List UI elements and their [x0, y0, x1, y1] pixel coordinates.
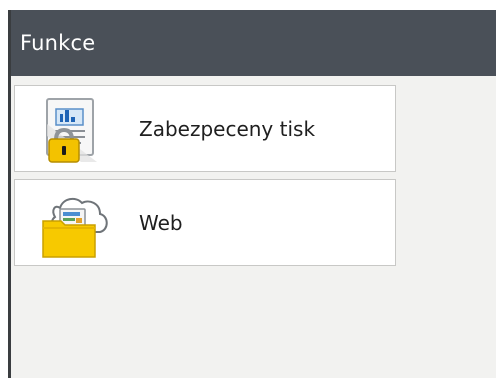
- functions-screen: Funkce Zabezpeceny tisk Web: [8, 10, 496, 378]
- secure-print-button[interactable]: Zabezpeceny tisk: [14, 85, 396, 172]
- page-title: Funkce: [20, 31, 96, 55]
- secure-print-icon: [39, 96, 109, 164]
- functions-list-area: Zabezpeceny tisk Web: [11, 76, 496, 378]
- web-label: Web: [139, 211, 183, 235]
- web-button[interactable]: Web: [14, 179, 396, 266]
- printer-touchscreen: Funkce Zabezpeceny tisk Web: [0, 0, 496, 378]
- web-folder-icon: [39, 190, 109, 258]
- left-screen-margin: [0, 0, 8, 378]
- secure-print-label: Zabezpeceny tisk: [139, 117, 316, 141]
- title-bar: Funkce: [11, 10, 496, 76]
